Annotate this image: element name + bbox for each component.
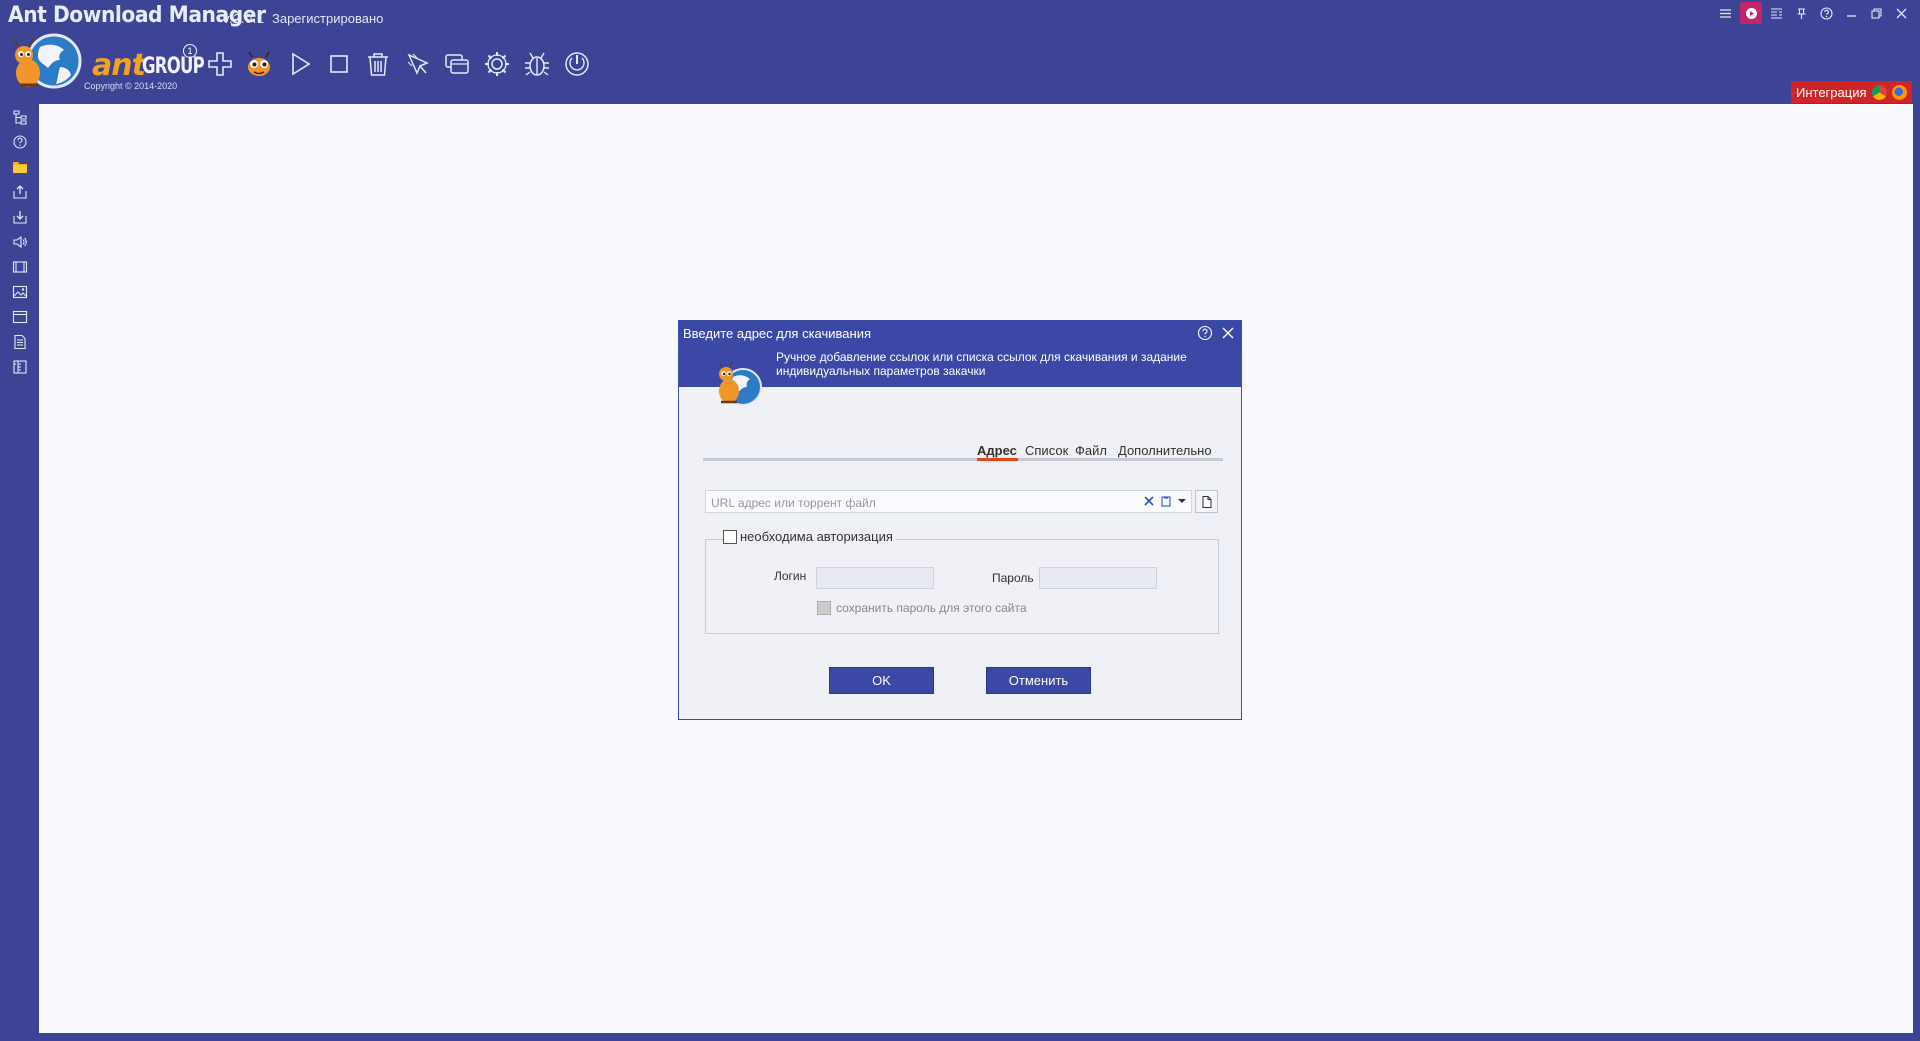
pointer-icon[interactable] [402,48,434,80]
record-icon[interactable] [1740,2,1762,24]
layout-icon[interactable] [1764,2,1789,24]
brand-word: ant [92,48,146,83]
bug-icon[interactable] [521,48,553,80]
stop-icon[interactable] [323,48,355,80]
ant-globe-logo [10,33,84,95]
pin-icon[interactable] [1789,2,1814,24]
chrome-icon[interactable] [1871,84,1887,100]
settings-icon[interactable] [481,48,513,80]
title-bar: Ant Download Manager v.2.0.1 Зарегистрир… [0,0,1920,32]
close-icon[interactable] [1220,325,1236,341]
play-icon[interactable] [284,48,316,80]
clear-icon[interactable] [1142,494,1156,508]
upload-icon[interactable] [11,183,29,201]
tab-advanced[interactable]: Дополнительно [1118,443,1212,458]
chevron-down-icon[interactable] [1176,494,1188,508]
firefox-icon[interactable] [1891,84,1907,100]
login-label: Логин [774,569,807,583]
restore-icon[interactable] [1864,2,1889,24]
ant-globe-icon [709,357,765,413]
image-icon[interactable] [11,283,29,301]
login-input[interactable] [816,567,934,589]
delete-icon[interactable] [362,48,394,80]
clipboard-icon[interactable] [1159,494,1173,508]
window-controls [1713,2,1914,24]
save-password-label: сохранить пароль для этого сайта [836,601,1027,615]
cancel-button[interactable]: Отменить [986,667,1091,694]
audio-icon[interactable] [11,233,29,251]
password-input[interactable] [1039,567,1157,589]
tree-icon[interactable] [11,108,29,126]
tab-list-underline [1023,458,1066,461]
close-icon[interactable] [1889,2,1914,24]
archive-icon[interactable] [11,358,29,376]
dialog-description: Ручное добавление ссылок или списка ссыл… [776,350,1187,378]
document-icon[interactable] [11,333,29,351]
brand-logo: ant GROUP 1 [92,44,205,83]
windows-icon[interactable] [441,48,473,80]
add-url-dialog: Введите адрес для скачивания Ручное доба… [678,320,1242,720]
brand-group: GROUP [142,54,205,79]
tab-address[interactable]: Адрес [977,443,1017,458]
ok-button[interactable]: OK [829,667,934,694]
save-password-checkbox[interactable] [817,601,831,615]
brand-mark: 1 [183,44,197,58]
help-icon[interactable] [1197,325,1213,341]
add-icon[interactable] [204,48,236,80]
minimize-icon[interactable] [1839,2,1864,24]
auth-checkbox-row[interactable]: необходима авторизация [723,529,896,544]
integration-button[interactable]: Интеграция [1791,81,1912,103]
power-icon[interactable] [561,48,593,80]
browse-file-button[interactable] [1195,490,1218,513]
password-label: Пароль [992,571,1034,585]
app-version: v.2.0.1 [223,11,265,26]
auth-checkbox[interactable] [723,529,737,544]
tab-file-underline [1073,458,1110,461]
auth-label: необходима авторизация [740,529,893,544]
menu-icon[interactable] [1713,2,1738,24]
download-icon[interactable] [11,208,29,226]
video-icon[interactable] [11,258,29,276]
tab-file[interactable]: Файл [1075,443,1107,458]
copyright: Copyright © 2014-2020 [84,81,178,91]
url-field [705,490,1192,514]
sidebar [0,104,40,1034]
folder-icon[interactable] [11,158,29,176]
registration-status: Зарегистрировано [272,11,384,26]
ant-mascot-icon[interactable] [243,48,275,80]
file-icon [1202,495,1211,508]
integration-label: Интеграция [1796,84,1867,100]
url-input[interactable] [706,491,1133,514]
tab-list[interactable]: Список [1025,443,1068,458]
tab-advanced-underline [1113,458,1219,461]
tab-address-underline [977,458,1018,461]
dialog-title: Введите адрес для скачивания [683,326,872,341]
question-icon[interactable] [11,133,29,151]
save-password-row[interactable]: сохранить пароль для этого сайта [817,601,1027,615]
help-icon[interactable] [1814,2,1839,24]
window-icon[interactable] [11,308,29,326]
